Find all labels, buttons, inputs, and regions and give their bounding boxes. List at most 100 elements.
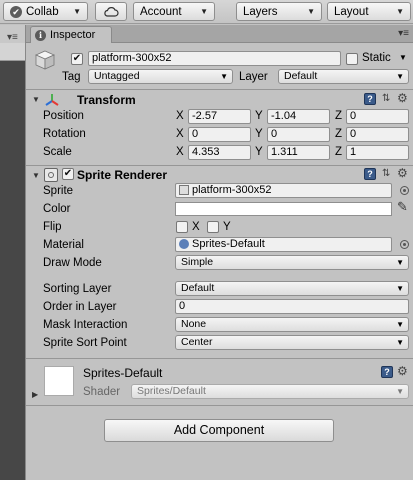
axis-z-label: Z	[335, 146, 343, 158]
help-icon[interactable]: ?	[364, 93, 376, 105]
flip-y-label: Y	[223, 221, 231, 233]
collab-label: Collab	[26, 5, 59, 18]
rotation-y-input[interactable]: 0	[267, 127, 330, 142]
left-panel-strip: ▾≡	[0, 25, 26, 480]
gameobject-cube-icon	[34, 49, 56, 71]
gameobject-active-checkbox[interactable]	[71, 53, 83, 65]
layer-dropdown[interactable]: Default ▼	[278, 69, 409, 84]
position-label: Position	[43, 110, 84, 122]
layout-label: Layout	[334, 5, 369, 18]
help-icon[interactable]: ?	[381, 366, 393, 378]
presets-icon[interactable]: ⇅	[382, 93, 390, 104]
axis-x-label: X	[176, 128, 184, 140]
dropdown-arrow-icon: ▼	[307, 7, 315, 16]
object-picker-icon[interactable]	[400, 240, 409, 249]
static-checkbox[interactable]	[346, 53, 358, 65]
mask-interaction-value: None	[181, 318, 207, 330]
cloud-icon	[104, 6, 119, 17]
collab-button[interactable]: ✔ Collab ▼	[3, 2, 88, 21]
dropdown-arrow-icon: ▼	[396, 338, 404, 347]
axis-y-label: Y	[255, 146, 263, 158]
material-foldout-icon[interactable]: ▶	[32, 390, 38, 399]
color-swatch[interactable]	[175, 202, 392, 216]
shader-value: Sprites/Default	[137, 385, 206, 397]
mask-interaction-dropdown[interactable]: None ▼	[175, 317, 409, 332]
inspector-panel: i Inspector ▾≡ platform-300x52 Static ▼ …	[26, 25, 413, 480]
draw-mode-dropdown[interactable]: Simple ▼	[175, 255, 409, 270]
dropdown-arrow-icon: ▼	[396, 387, 404, 396]
tab-inspector-label: Inspector	[50, 29, 96, 41]
sprite-field[interactable]: platform-300x52	[175, 183, 392, 198]
left-panel-content	[0, 61, 25, 480]
left-panel-tab[interactable]	[0, 43, 25, 61]
layers-button[interactable]: Layers ▼	[236, 2, 322, 21]
flip-x-checkbox[interactable]	[176, 221, 188, 233]
dropdown-arrow-icon: ▼	[220, 72, 228, 81]
transform-axes-icon	[44, 92, 60, 108]
gear-icon[interactable]: ⚙	[397, 166, 408, 180]
sprite-sort-point-value: Center	[181, 336, 213, 348]
account-button[interactable]: Account ▼	[133, 2, 215, 21]
help-icon[interactable]: ?	[364, 168, 376, 180]
axis-z-label: Z	[335, 128, 343, 140]
position-y-input[interactable]: -1.04	[267, 109, 330, 124]
dropdown-arrow-icon: ▼	[396, 284, 404, 293]
sprite-label: Sprite	[43, 185, 74, 197]
position-x-input[interactable]: -2.57	[188, 109, 251, 124]
toolbar: ✔ Collab ▼ Account ▼ Layers ▼ Layout ▼	[0, 0, 413, 24]
sorting-layer-dropdown[interactable]: Default ▼	[175, 281, 409, 296]
layer-value: Default	[284, 70, 318, 82]
sprite-renderer-enabled-checkbox[interactable]	[62, 168, 74, 180]
gameobject-name-input[interactable]: platform-300x52	[88, 51, 341, 66]
divider	[26, 89, 413, 90]
material-sphere-icon	[179, 239, 189, 249]
scale-x-input[interactable]: 4.353	[188, 145, 251, 160]
gear-icon[interactable]: ⚙	[397, 91, 408, 105]
cloud-button[interactable]	[95, 2, 127, 21]
dropdown-arrow-icon: ▼	[396, 258, 404, 267]
tag-value: Untagged	[94, 70, 140, 82]
scale-z-input[interactable]: 1	[346, 145, 409, 160]
transform-foldout-icon[interactable]: ▼	[32, 95, 40, 104]
order-in-layer-label: Order in Layer	[43, 301, 117, 313]
eyedropper-icon[interactable]: ✎	[397, 199, 408, 215]
axis-y-label: Y	[255, 110, 263, 122]
gear-icon[interactable]: ⚙	[397, 364, 408, 378]
info-icon: i	[35, 29, 46, 41]
shader-dropdown[interactable]: Sprites/Default ▼	[131, 384, 409, 399]
scale-label: Scale	[43, 146, 72, 158]
account-label: Account	[140, 5, 182, 18]
object-picker-icon[interactable]	[400, 186, 409, 195]
check-circle-icon: ✔	[10, 5, 22, 18]
sprite-renderer-foldout-icon[interactable]: ▼	[32, 171, 40, 180]
presets-icon[interactable]: ⇅	[382, 168, 390, 179]
sprite-asset-icon	[179, 185, 189, 195]
material-value: Sprites-Default	[192, 238, 265, 250]
tab-inspector[interactable]: i Inspector	[30, 26, 112, 43]
static-dropdown-arrow-icon[interactable]: ▼	[399, 53, 407, 62]
panel-menu-icon[interactable]: ▾≡	[7, 32, 18, 43]
layer-label: Layer	[239, 71, 268, 83]
rotation-z-input[interactable]: 0	[346, 127, 409, 142]
flip-y-checkbox[interactable]	[207, 221, 219, 233]
position-z-input[interactable]: 0	[346, 109, 409, 124]
sprite-value: platform-300x52	[192, 184, 272, 196]
draw-mode-label: Draw Mode	[43, 257, 102, 269]
sprite-sort-point-dropdown[interactable]: Center ▼	[175, 335, 409, 350]
sorting-layer-value: Default	[181, 282, 215, 294]
material-label: Material	[43, 239, 84, 251]
tag-dropdown[interactable]: Untagged ▼	[88, 69, 233, 84]
layout-button[interactable]: Layout ▼	[327, 2, 411, 21]
shader-label: Shader	[83, 386, 121, 398]
rotation-x-input[interactable]: 0	[188, 127, 251, 142]
inspector-tab-bar: i Inspector ▾≡	[26, 25, 413, 43]
panel-menu-icon[interactable]: ▾≡	[398, 28, 409, 39]
mask-interaction-label: Mask Interaction	[43, 319, 128, 331]
material-field[interactable]: Sprites-Default	[175, 237, 392, 252]
add-component-button[interactable]: Add Component	[104, 419, 334, 442]
flip-x-label: X	[192, 221, 200, 233]
divider	[26, 358, 413, 359]
flip-label: Flip	[43, 221, 62, 233]
order-in-layer-input[interactable]: 0	[175, 299, 409, 314]
scale-y-input[interactable]: 1.311	[267, 145, 330, 160]
